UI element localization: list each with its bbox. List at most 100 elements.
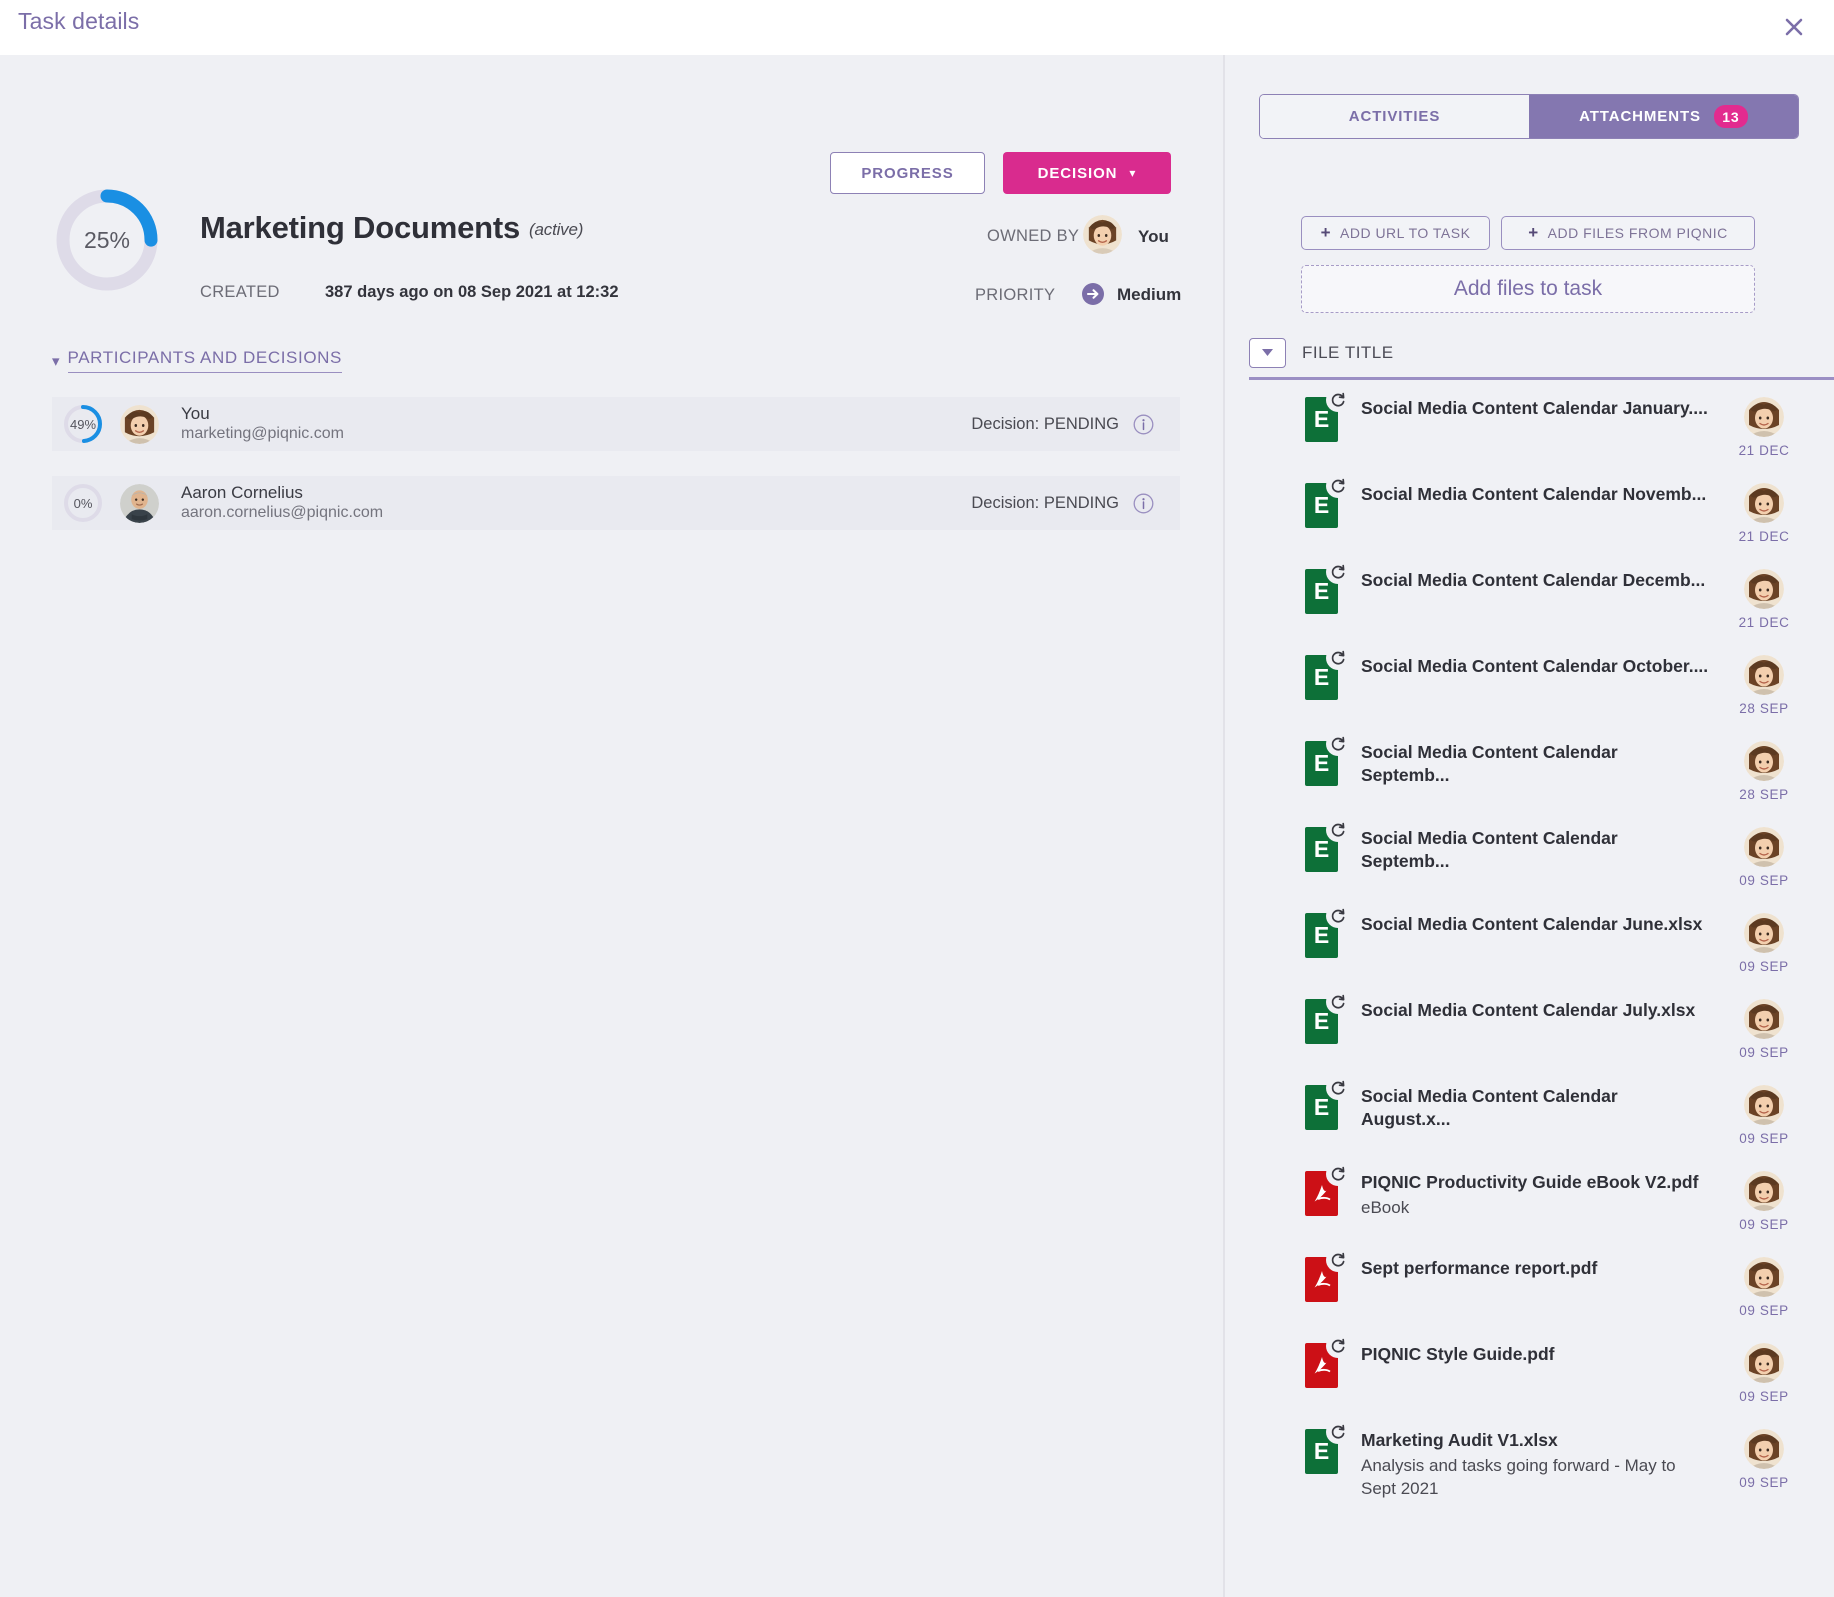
list-item[interactable]: E Social Media Content Calendar October.… [1225,641,1834,727]
tab-attachments-label: ATTACHMENTS [1579,108,1701,125]
list-item[interactable]: E Social Media Content Calendar Decemb..… [1225,555,1834,641]
file-owner-block: 09 SEP [1736,827,1792,888]
file-type-icon: E [1305,999,1345,1044]
file-title-column-header: FILE TITLE [1302,343,1394,363]
file-meta: Social Media Content Calendar January...… [1361,397,1711,420]
close-icon[interactable] [1779,12,1809,42]
file-owner-block: 28 SEP [1736,655,1792,716]
avatar [1744,483,1784,523]
add-files-piqnic-label: ADD FILES FROM PIQNIC [1548,225,1728,241]
file-date: 09 SEP [1739,959,1788,974]
file-name: Social Media Content Calendar Septemb... [1361,827,1711,873]
file-date: 09 SEP [1739,1217,1788,1232]
participant-info: Aaron Cornelius aaron.cornelius@piqnic.c… [181,482,383,524]
attachment-list: E Social Media Content Calendar January.… [1225,383,1834,1501]
file-meta: Social Media Content Calendar Septemb... [1361,827,1711,873]
plus-icon: + [1528,223,1538,243]
sync-icon [1326,818,1350,842]
list-item[interactable]: E Social Media Content Calendar July.xls… [1225,985,1834,1071]
file-date: 09 SEP [1739,1045,1788,1060]
dropzone-label: Add files to task [1454,277,1602,301]
arrow-right-circle-icon [1081,282,1105,306]
file-meta: PIQNIC Productivity Guide eBook V2.pdf e… [1361,1171,1711,1220]
add-url-to-task-button[interactable]: + ADD URL TO TASK [1301,216,1490,250]
avatar [1744,655,1784,695]
chevron-down-icon: ▾ [52,352,60,370]
avatar [1744,569,1784,609]
file-name: Social Media Content Calendar January...… [1361,397,1711,420]
add-files-dropzone[interactable]: Add files to task [1301,265,1755,313]
file-owner-block: 21 DEC [1736,569,1792,630]
sync-icon [1326,474,1350,498]
info-icon[interactable] [1133,493,1154,514]
page-title: Task details [18,8,139,35]
tab-attachments[interactable]: ATTACHMENTS 13 [1529,95,1798,138]
file-owner-block: 21 DEC [1736,483,1792,544]
file-owner-block: 09 SEP [1736,1257,1792,1318]
list-item[interactable]: Sept performance report.pdf 09 SEP [1225,1243,1834,1329]
tab-activities-label: ACTIVITIES [1349,108,1441,125]
list-item[interactable]: E Social Media Content Calendar Septemb.… [1225,727,1834,813]
task-progress-label: 25% [52,185,162,295]
file-meta: Social Media Content Calendar August.x..… [1361,1085,1711,1131]
sync-icon [1326,732,1350,756]
sync-icon [1326,990,1350,1014]
list-item[interactable]: E Social Media Content Calendar January.… [1225,383,1834,469]
file-date: 28 SEP [1739,701,1788,716]
participant-name: Aaron Cornelius [181,482,383,503]
file-type-icon [1305,1343,1345,1388]
avatar [1744,999,1784,1039]
file-type-icon: E [1305,1085,1345,1130]
created-label: CREATED [200,283,280,302]
participant-progress-ring: 49% [62,403,104,445]
add-url-label: ADD URL TO TASK [1340,225,1470,241]
header-underline [1249,377,1834,380]
add-files-from-piqnic-button[interactable]: + ADD FILES FROM PIQNIC [1501,216,1755,250]
file-owner-block: 09 SEP [1736,1429,1792,1490]
list-item[interactable]: E Social Media Content Calendar Novemb..… [1225,469,1834,555]
avatar [1744,741,1784,781]
task-title-text: Marketing Documents [200,210,520,245]
file-date: 09 SEP [1739,1475,1788,1490]
progress-button[interactable]: PROGRESS [830,152,985,194]
avatar [1744,397,1784,437]
sync-icon [1326,646,1350,670]
tab-activities[interactable]: ACTIVITIES [1260,95,1529,138]
table-row[interactable]: 0% Aaron [52,476,1180,530]
priority-value: Medium [1117,285,1181,305]
created-value: 387 days ago on 08 Sep 2021 at 12:32 [325,283,619,302]
info-icon[interactable] [1133,414,1154,435]
file-type-icon: E [1305,655,1345,700]
window-header: Task details [0,0,1834,55]
chevron-down-icon: ▾ [1129,166,1136,180]
sync-icon [1326,1420,1350,1444]
file-name: Marketing Audit V1.xlsx [1361,1429,1711,1452]
list-item[interactable]: E Social Media Content Calendar Septemb.… [1225,813,1834,899]
file-date: 21 DEC [1739,443,1790,458]
owner-avatar[interactable] [1083,215,1122,254]
sort-direction-button[interactable] [1249,338,1286,368]
file-meta: Social Media Content Calendar October...… [1361,655,1711,678]
participant-info: You marketing@piqnic.com [181,403,344,445]
file-name: Social Media Content Calendar July.xlsx [1361,999,1711,1022]
avatar [120,405,159,444]
table-row[interactable]: 49% You [52,397,1180,451]
sync-icon [1326,1076,1350,1100]
list-item[interactable]: E Marketing Audit V1.xlsx Analysis and t… [1225,1415,1834,1501]
file-meta: Marketing Audit V1.xlsx Analysis and tas… [1361,1429,1711,1501]
file-type-icon: E [1305,1429,1345,1474]
file-owner-block: 09 SEP [1736,1343,1792,1404]
list-item[interactable]: PIQNIC Style Guide.pdf 09 SEP [1225,1329,1834,1415]
list-item[interactable]: PIQNIC Productivity Guide eBook V2.pdf e… [1225,1157,1834,1243]
list-item[interactable]: E Social Media Content Calendar August.x… [1225,1071,1834,1157]
list-item[interactable]: E Social Media Content Calendar June.xls… [1225,899,1834,985]
file-meta: Sept performance report.pdf [1361,1257,1711,1280]
decision-button[interactable]: DECISION ▾ [1003,152,1171,194]
task-detail-panel: 25% Marketing Documents(active) CREATED … [0,55,1223,1597]
file-type-icon: E [1305,827,1345,872]
file-description: Analysis and tasks going forward - May t… [1361,1455,1711,1501]
progress-button-label: PROGRESS [861,165,953,182]
participants-section-toggle[interactable]: ▾ PARTICIPANTS AND DECISIONS [52,348,342,373]
file-meta: PIQNIC Style Guide.pdf [1361,1343,1711,1366]
file-type-icon: E [1305,569,1345,614]
